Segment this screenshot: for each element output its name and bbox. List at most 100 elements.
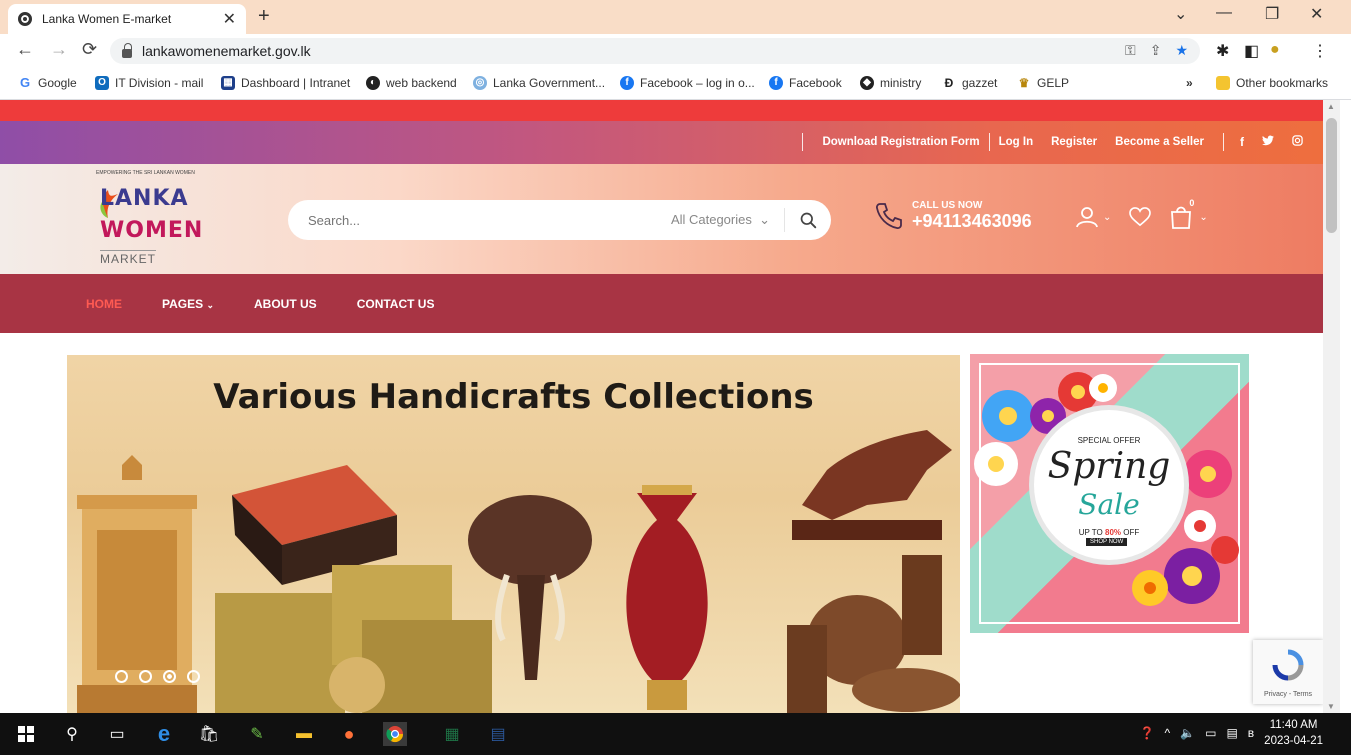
cart-count-badge: 0 <box>1189 198 1195 208</box>
back-icon[interactable]: ← <box>16 39 34 60</box>
profile-avatar-icon[interactable]: ● <box>1270 41 1280 59</box>
bookmark-google[interactable]: G Google <box>18 76 77 90</box>
other-bookmarks-folder[interactable]: Other bookmarks <box>1216 76 1328 90</box>
side-panel-icon[interactable]: ◧ <box>1244 41 1259 61</box>
bookmark-gelp[interactable]: ♛ GELP <box>1017 76 1069 90</box>
restore-icon[interactable]: ❐ <box>1265 4 1279 24</box>
off-label: OFF <box>1123 528 1140 537</box>
dashboard-icon: ▦ <box>221 76 235 90</box>
scrollbar-thumb[interactable] <box>1326 118 1337 233</box>
store-icon[interactable]: 🛍 <box>197 722 221 746</box>
bookmark-it-mail[interactable]: O IT Division - mail <box>95 76 203 90</box>
site-logo[interactable]: EMPOWERING THE SRI LANKAN WOMEN LANKA WO… <box>96 170 216 272</box>
slider-dot[interactable] <box>187 670 200 683</box>
scroll-down-icon[interactable]: ▼ <box>1327 702 1335 711</box>
paint-icon[interactable]: ✎ <box>245 722 269 746</box>
browser-tab[interactable]: Lanka Women E-market ✕ <box>8 4 246 34</box>
instagram-icon[interactable] <box>1292 135 1303 149</box>
product-search-bar: All Categories ⌄ <box>288 200 831 240</box>
nav-about-us[interactable]: ABOUT US <box>254 297 317 311</box>
forward-icon[interactable]: → <box>50 39 68 60</box>
browser-menu-icon[interactable]: ⋮ <box>1312 41 1328 61</box>
new-tab-icon[interactable]: + <box>258 5 270 28</box>
keyboard-language-icon[interactable]: ʙ <box>1248 726 1254 740</box>
twitter-icon[interactable] <box>1262 135 1274 149</box>
slider-dot[interactable] <box>115 670 128 683</box>
download-registration-form-link[interactable]: Download Registration Form <box>822 136 979 148</box>
excel-icon[interactable]: ▦ <box>440 722 464 746</box>
recaptcha-icon <box>1272 649 1304 681</box>
category-label: All Categories <box>670 212 752 227</box>
more-bookmarks-button[interactable]: » <box>1186 76 1193 90</box>
call-label: CALL US NOW <box>912 200 983 211</box>
logo-line-2: WOMEN <box>100 218 204 243</box>
nav-pages[interactable]: PAGES ⌄ <box>162 297 214 311</box>
bookmark-star-icon[interactable]: ★ <box>1175 42 1188 59</box>
chevron-down-icon: ⌄ <box>1199 211 1208 223</box>
spring-sale-banner[interactable]: SPECIAL OFFER Spring Sale UP TO 80% OFF … <box>970 354 1249 633</box>
windows-start-icon[interactable] <box>14 722 38 746</box>
taskbar-clock[interactable]: 11:40 AM 2023-04-21 <box>1264 717 1323 749</box>
window-close-icon[interactable]: ✕ <box>1310 4 1323 24</box>
edge-icon[interactable]: e <box>152 721 176 746</box>
wishlist-heart-icon[interactable] <box>1129 207 1152 227</box>
account-button[interactable]: ⌄ <box>1075 205 1111 229</box>
bookmark-label: Facebook <box>789 76 842 90</box>
become-seller-link[interactable]: Become a Seller <box>1115 136 1204 148</box>
bookmark-lanka-government[interactable]: ◎ Lanka Government... <box>473 76 605 90</box>
user-icon <box>1076 207 1098 228</box>
bookmark-facebook-login[interactable]: f Facebook – log in o... <box>620 76 755 90</box>
login-link[interactable]: Log In <box>999 136 1034 148</box>
bookmark-dashboard[interactable]: ▦ Dashboard | Intranet <box>221 76 350 90</box>
share-icon[interactable]: ⇪ <box>1150 42 1162 59</box>
file-explorer-icon[interactable]: ▬ <box>292 722 316 746</box>
address-bar[interactable]: lankawomenemarket.gov.lk ⚿ ⇪ ★ <box>110 38 1200 64</box>
search-button[interactable] <box>785 200 831 240</box>
shop-now-button[interactable]: SHOP NOW <box>1086 538 1128 546</box>
bookmarks-bar: G Google O IT Division - mail ▦ Dashboar… <box>0 68 1351 100</box>
recaptcha-label[interactable]: Privacy - Terms <box>1253 691 1323 698</box>
word-icon[interactable]: ▤ <box>486 722 510 746</box>
hero-slider[interactable]: Various Handicrafts Collections <box>67 355 960 713</box>
bookmark-gazzet[interactable]: Ɖ gazzet <box>942 76 997 90</box>
up-to-label: UP TO <box>1078 528 1103 537</box>
bookmark-ministry[interactable]: ◆ ministry <box>860 76 921 90</box>
facebook-icon[interactable]: f <box>1240 135 1244 149</box>
register-link[interactable]: Register <box>1051 136 1097 148</box>
extensions-icon[interactable]: ✱ <box>1216 41 1229 61</box>
firefox-icon[interactable]: ● <box>337 722 361 746</box>
bookmark-web-backend[interactable]: ◐ web backend <box>366 76 457 90</box>
slider-dot[interactable] <box>139 670 152 683</box>
show-hidden-icons-icon[interactable]: ^ <box>1165 726 1171 740</box>
government-icon: ◎ <box>473 76 487 90</box>
slider-dot-active[interactable] <box>163 670 176 683</box>
call-number[interactable]: +94113463096 <box>912 211 1032 232</box>
help-icon[interactable]: ❓ <box>1140 726 1155 740</box>
category-select[interactable]: All Categories ⌄ <box>671 208 785 232</box>
task-view-icon[interactable]: ▭ <box>105 722 129 746</box>
nav-home[interactable]: HOME <box>86 297 122 311</box>
gazzet-icon: Ɖ <box>942 76 956 90</box>
volume-icon[interactable]: 🔈 <box>1180 726 1195 740</box>
divider <box>1223 133 1224 151</box>
cart-button[interactable]: 0 ⌄ <box>1169 198 1208 230</box>
minimize-icon[interactable]: — <box>1216 4 1232 22</box>
close-tab-icon[interactable]: ✕ <box>223 9 236 29</box>
sale-circle: SPECIAL OFFER Spring Sale UP TO 80% OFF … <box>1034 410 1184 560</box>
notification-icon[interactable]: ▤ <box>1226 726 1237 740</box>
page-scrollbar[interactable]: ▲ ▼ <box>1323 100 1340 713</box>
lock-icon <box>122 42 132 58</box>
bookmark-facebook[interactable]: f Facebook <box>769 76 842 90</box>
recaptcha-badge[interactable]: Privacy - Terms <box>1253 640 1323 704</box>
site-favicon-icon <box>18 12 32 26</box>
reload-icon[interactable]: ⟳ <box>82 39 97 60</box>
chrome-icon[interactable] <box>383 722 407 746</box>
tab-search-chevron-icon[interactable]: ⌄ <box>1174 4 1187 24</box>
search-input[interactable] <box>288 212 671 228</box>
clock-time: 11:40 AM <box>1269 719 1318 731</box>
network-icon[interactable]: ▭ <box>1205 726 1216 740</box>
search-icon[interactable]: ⚲ <box>60 722 84 746</box>
scroll-up-icon[interactable]: ▲ <box>1327 102 1335 111</box>
password-key-icon[interactable]: ⚿ <box>1125 42 1136 59</box>
nav-contact-us[interactable]: CONTACT US <box>357 297 435 311</box>
